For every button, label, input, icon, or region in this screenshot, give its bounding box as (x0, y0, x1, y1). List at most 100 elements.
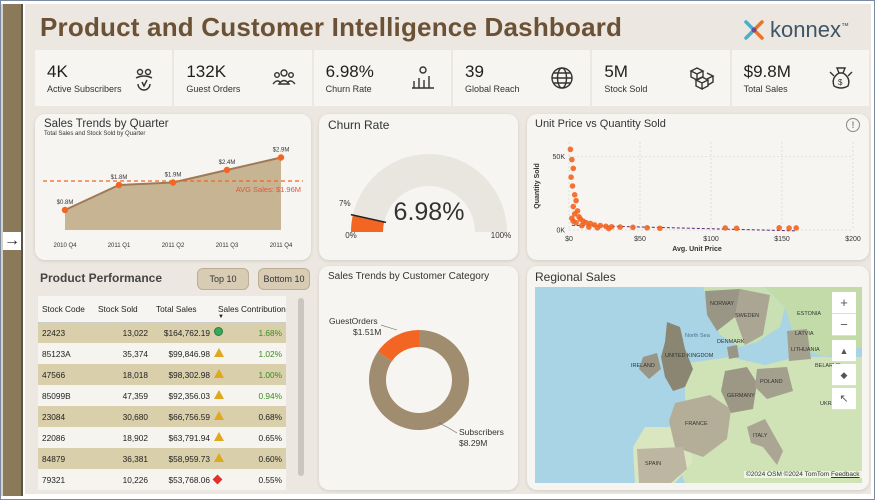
sales-point (115, 181, 123, 189)
map-zoom-in-button[interactable]: + (832, 292, 856, 314)
gauge-marker-label: 7% (339, 199, 351, 208)
scatter-point (793, 225, 799, 231)
sales-point-label: $2.4M (219, 160, 236, 166)
subscriber-label: Subscribers (459, 427, 504, 437)
contribution-cell: 1.68% (226, 322, 286, 343)
scatter-point (733, 225, 740, 232)
top-10-button[interactable]: Top 10 (197, 268, 249, 290)
side-panel-strip (1, 4, 23, 496)
map-compass-button[interactable]: ◆ (832, 364, 856, 386)
sales-point (223, 166, 231, 174)
sales-point-label: $1.9M (165, 173, 182, 179)
status-warning-icon (214, 453, 224, 462)
map-label-norway: NORWAY (710, 301, 734, 307)
col-sales-contribution[interactable]: Sales Contribution ▼ (214, 296, 286, 323)
regional-title: Regional Sales (535, 270, 616, 284)
status-down-icon (212, 474, 223, 484)
scatter-point (573, 219, 579, 226)
col-stock-code[interactable]: Stock Code (38, 296, 94, 323)
table-row[interactable]: 85123A 35,374 $99,846.98 1.02% (38, 343, 286, 364)
gauge-value: 6.98% (394, 198, 465, 226)
scatter-point (786, 225, 792, 231)
stock-sold-cell: 35,374 (94, 343, 152, 364)
regional-map[interactable]: North Sea UNITED KINGDOM FRANCE SWEDEN N… (535, 287, 862, 483)
subscriber-leader-line (438, 422, 458, 434)
stock-code-cell: 47566 (38, 364, 94, 385)
stock-code-cell: 23084 (38, 406, 94, 427)
table-scrollbar[interactable] (298, 298, 304, 476)
status-warning-icon (214, 348, 224, 357)
category-donut: GuestOrders $1.51M Subscribers $8.29M (329, 316, 504, 448)
kpi-card: 5M Stock Sold (592, 50, 730, 106)
table-row[interactable]: 85099B 47,359 $92,356.03 0.94% (38, 385, 286, 406)
stock-code-cell: 22086 (38, 427, 94, 448)
map-label-north-sea: North Sea (685, 333, 711, 339)
scatter-xtick: $150 (774, 236, 790, 243)
stock-sold-cell: 36,381 (94, 448, 152, 469)
total-sales-cell: $66,756.59 (152, 406, 214, 427)
map-label-italy: ITALY (753, 433, 768, 439)
scatter-point (586, 224, 592, 230)
scatter-point (567, 146, 574, 153)
map-label-estonia: ESTONIA (797, 311, 821, 317)
category-title: Sales Trends by Customer Category (328, 271, 490, 282)
side-panel-fill (3, 4, 21, 496)
scatter-ylabel: Quantity Sold (534, 163, 541, 209)
status-warning-icon (214, 432, 224, 441)
contribution-cell: 0.68% (226, 406, 286, 427)
total-sales-cell: $63,791.94 (152, 427, 214, 448)
table-row[interactable]: 84879 36,381 $58,959.73 0.60% (38, 448, 286, 469)
kpi-card: 39 Global Reach (452, 50, 591, 106)
quarter-tick-label: 2011 Q4 (270, 243, 293, 249)
stock-sold-cell: 18,018 (94, 364, 152, 385)
total-sales-cell: $58,959.73 (152, 448, 214, 469)
table-row[interactable]: 22423 13,022 $164,762.19 1.68% (38, 322, 286, 343)
stock-sold-cell: 10,226 (94, 469, 152, 490)
quarter-tick-label: 2010 Q4 (53, 243, 77, 249)
map-label-spain: SPAIN (645, 461, 661, 467)
avg-sales-label: AVG Sales: $1.96M (236, 185, 301, 194)
map-attribution: ©2024 OSM ©2024 TomTom Feedback (744, 471, 862, 478)
sales-trend-chart: AVG Sales: $1.96M $0.8M 2010 Q4 $1.8M 2011 … (43, 148, 303, 249)
map-label-latvia: LATVIA (795, 331, 814, 337)
table-row[interactable]: 47566 18,018 $98,302.98 1.00% (38, 364, 286, 385)
scatter-title: Unit Price vs Quantity Sold (535, 118, 666, 130)
stock-code-cell: 85099B (38, 385, 94, 406)
col-total-sales[interactable]: Total Sales (152, 296, 214, 323)
kpi-row: 4K Active Subscribers 132K Guest Orders … (35, 50, 869, 106)
bottom-10-button[interactable]: Bottom 10 (258, 268, 310, 290)
gauge-min: 0% (345, 231, 357, 240)
product-performance-title: Product Performance (40, 271, 163, 285)
scatter-xtick: $0 (565, 236, 573, 243)
table-row[interactable]: 22086 18,902 $63,791.94 0.65% (38, 427, 286, 448)
sales-point (61, 206, 69, 214)
map-tilt-button[interactable]: ▲ (832, 340, 856, 362)
map-label-denmark: DENMARK (717, 339, 745, 345)
map-label-ireland: IRELAND (631, 363, 655, 369)
map-feedback-link[interactable]: Feedback (831, 471, 860, 478)
status-up-icon (214, 327, 223, 337)
scatter-point (570, 165, 577, 172)
scatter-point (722, 225, 728, 231)
scatter-xlabel: Avg. Unit Price (672, 246, 722, 253)
map-zoom-out-button[interactable]: − (832, 314, 856, 336)
globe-icon (551, 67, 574, 89)
logo-wordmark: konnex (770, 17, 841, 42)
col-stock-sold[interactable]: Stock Sold (94, 296, 152, 323)
scatter-point (568, 174, 574, 180)
map-select-button[interactable]: ↖ (832, 388, 856, 410)
scatter-point (571, 192, 578, 198)
stock-code-cell: 22423 (38, 322, 94, 343)
table-row[interactable]: 23084 30,680 $66,756.59 0.68% (38, 406, 286, 427)
logo-tm: ™ (840, 21, 849, 31)
expand-arrow-icon[interactable]: → (3, 232, 21, 250)
sales-trend-subtitle: Total Sales and Stock Sold by Quarter (44, 131, 146, 137)
stock-sold-cell: 13,022 (94, 322, 152, 343)
quarter-tick-label: 2011 Q1 (108, 243, 131, 249)
sales-point (277, 154, 285, 161)
stock-code-cell: 84879 (38, 448, 94, 469)
table-row[interactable]: 79321 10,226 $53,768.06 0.55% (38, 469, 286, 490)
scatter-ytick: 50K (553, 154, 566, 161)
sales-point (169, 179, 177, 186)
scatter-point (594, 225, 601, 231)
